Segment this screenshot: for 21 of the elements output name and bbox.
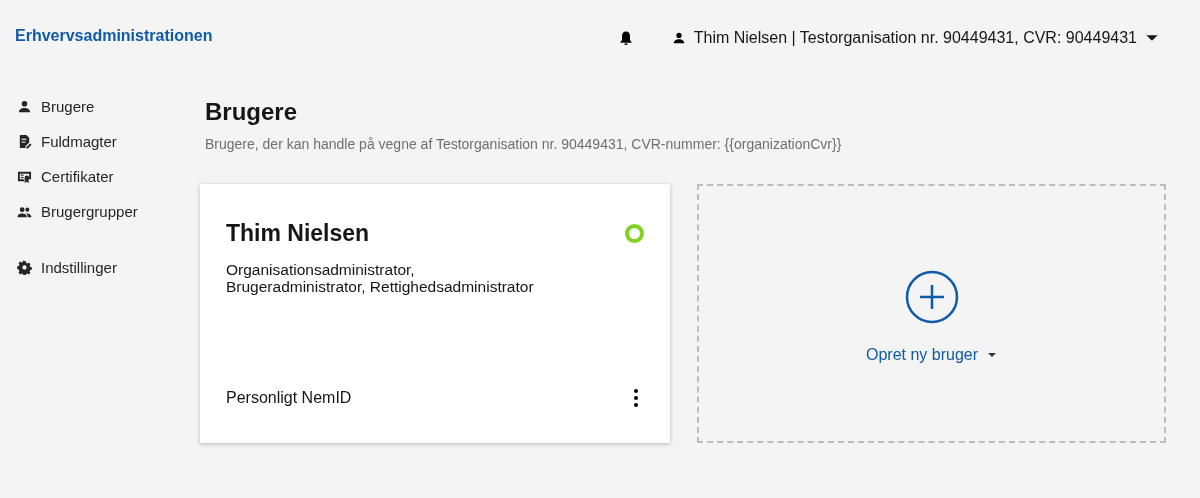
page-subtitle: Brugere, der kan handle på vegne af Testorganisation nr. 90449431, CVR-nummer: {{organizationCvr}} bbox=[205, 136, 843, 152]
group-icon bbox=[17, 204, 32, 219]
user-name: Thim Nielsen bbox=[226, 220, 370, 247]
document-icon bbox=[17, 134, 32, 149]
create-user-button[interactable]: Opret ny bruger bbox=[865, 345, 998, 364]
sidebar-item[interactable]: Fuldmagter bbox=[17, 124, 117, 159]
user-roles: Organisationsadministrator, Brugeradministrator, Rettighedsadministrator bbox=[226, 261, 535, 295]
person-icon bbox=[17, 99, 32, 114]
sidebar-item[interactable]: Indstillinger bbox=[17, 250, 117, 285]
user-menu[interactable]: Thim Nielsen | Testorganisation nr. 90449431, CVR: 90449431 bbox=[671, 29, 1159, 47]
app-title[interactable]: Erhvervsadministrationen bbox=[15, 27, 213, 45]
person-icon bbox=[671, 31, 686, 45]
sidebar-item[interactable]: Brugergrupper bbox=[17, 194, 138, 229]
gear-icon bbox=[17, 260, 32, 275]
certificate-icon bbox=[17, 169, 32, 184]
sidebar-item[interactable]: Brugere bbox=[17, 89, 95, 124]
add-icon[interactable] bbox=[904, 269, 959, 324]
caret-icon bbox=[987, 351, 998, 358]
page-title: Brugere bbox=[205, 98, 299, 126]
login-type: Personligt NemID bbox=[226, 389, 352, 407]
sidebar-item[interactable]: Certifikater bbox=[17, 159, 114, 194]
